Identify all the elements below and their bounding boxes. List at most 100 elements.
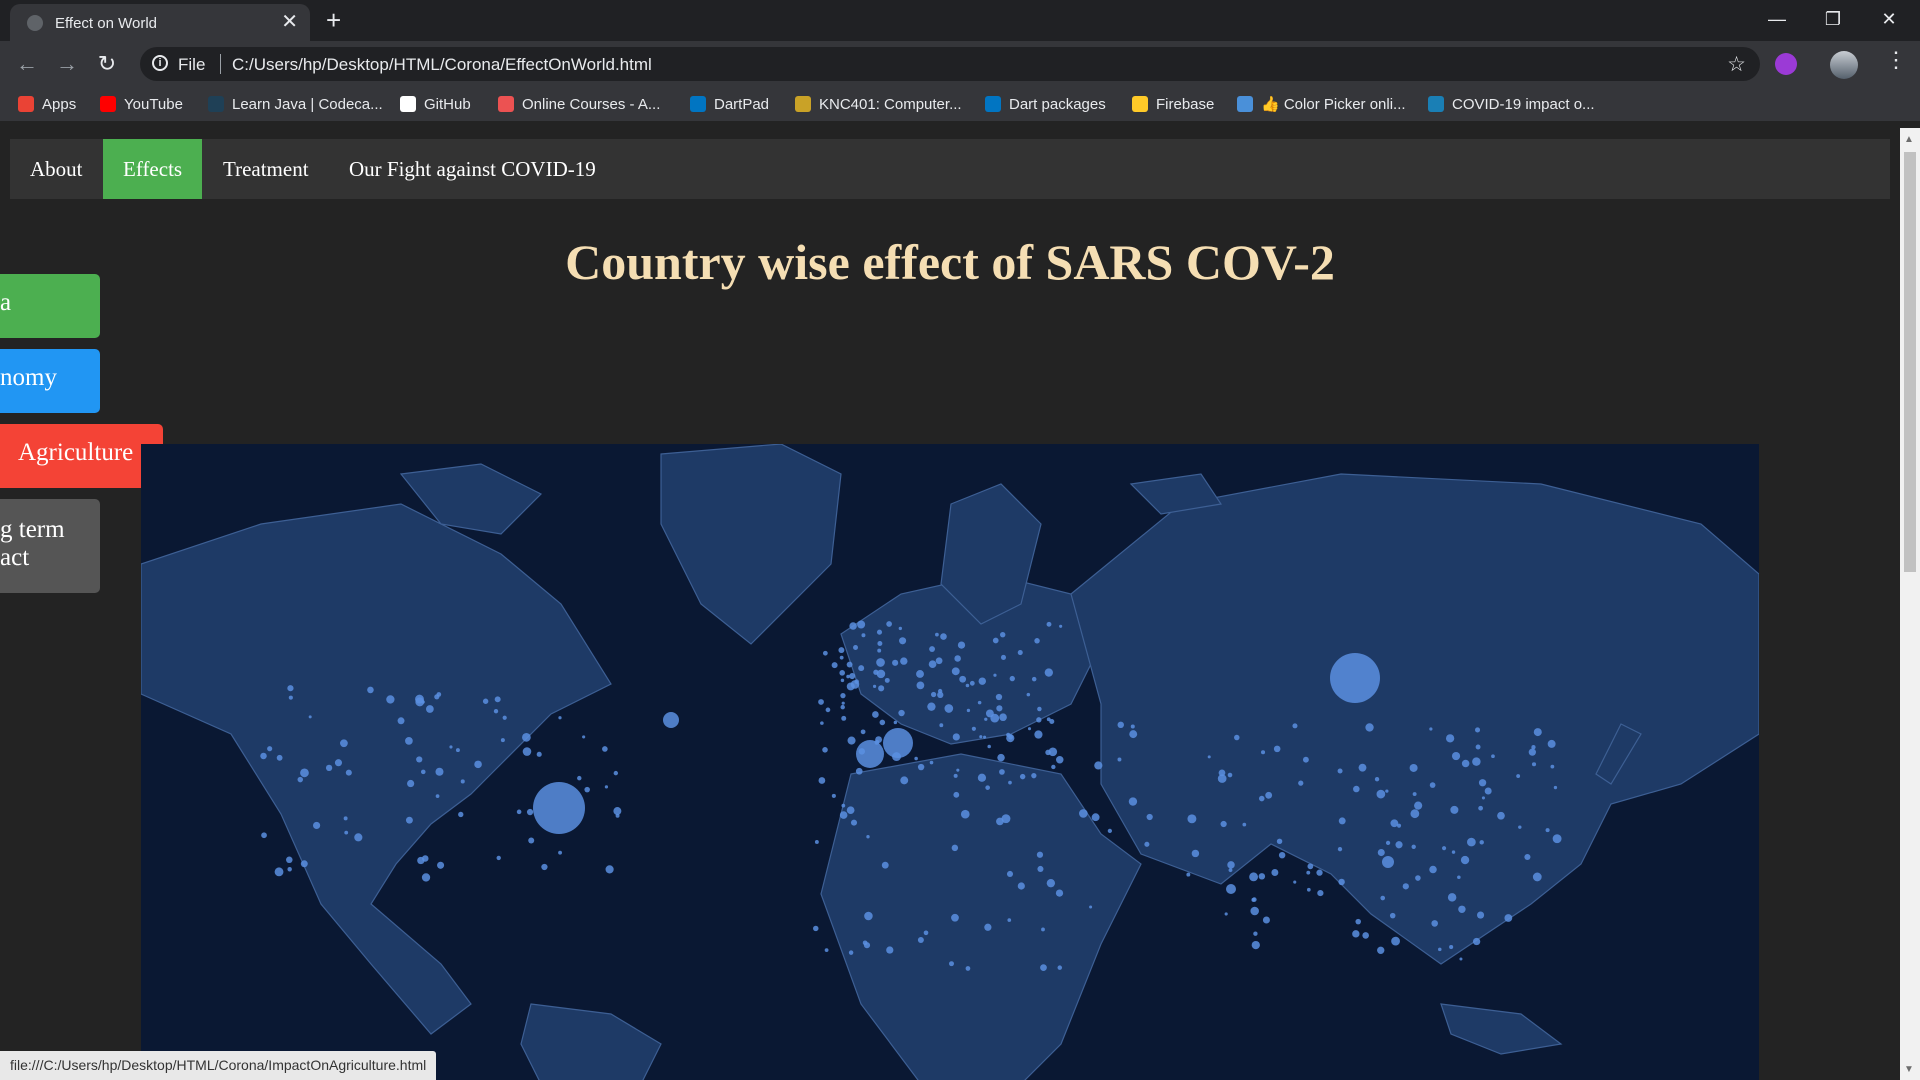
outbreak-marker <box>818 699 824 705</box>
outbreak-marker <box>1337 846 1343 852</box>
outbreak-marker <box>286 856 293 864</box>
outbreak-marker <box>1258 795 1265 802</box>
bookmark-star-icon[interactable]: ☆ <box>1727 52 1746 77</box>
page-scrollbar[interactable]: ▲ ▼ <box>1900 128 1920 1080</box>
outbreak-marker <box>474 760 482 769</box>
outbreak-marker <box>1298 780 1304 786</box>
bookmark-item[interactable]: 👍 Color Picker onli... <box>1237 94 1406 114</box>
outbreak-marker <box>993 673 997 677</box>
outbreak-marker <box>1224 912 1228 916</box>
outbreak-marker <box>1479 840 1484 845</box>
reload-icon[interactable]: ↻ <box>92 49 122 79</box>
outbreak-marker <box>602 746 608 752</box>
scroll-up-icon[interactable]: ▲ <box>1904 134 1914 145</box>
outbreak-marker <box>917 937 924 944</box>
outbreak-marker <box>1411 844 1416 850</box>
bookmark-item[interactable]: Firebase <box>1132 94 1214 114</box>
outbreak-marker <box>898 626 903 631</box>
page-content: About Effects Treatment Our Fight agains… <box>0 128 1900 1080</box>
url-text[interactable]: C:/Users/hp/Desktop/HTML/Corona/EffectOn… <box>232 55 652 75</box>
outbreak-marker <box>1438 947 1442 952</box>
extension-icon[interactable] <box>1775 53 1797 75</box>
outbreak-marker <box>952 733 960 741</box>
bookmark-item[interactable]: COVID-19 impact o... <box>1428 94 1595 114</box>
side-button-health[interactable]: a <box>0 274 100 338</box>
site-info-icon[interactable]: i <box>152 55 168 71</box>
bookmark-item[interactable]: Dart packages <box>985 94 1106 114</box>
outbreak-marker <box>1117 757 1122 762</box>
outbreak-marker <box>1250 906 1259 916</box>
outbreak-marker <box>1226 884 1236 894</box>
south-america-shape <box>520 1003 662 1080</box>
address-bar[interactable]: i File C:/Users/hp/Desktop/HTML/Corona/E… <box>140 47 1760 81</box>
greenland-shape <box>660 444 842 645</box>
bookmark-item[interactable]: DartPad <box>690 94 769 114</box>
outbreak-marker <box>1478 805 1483 811</box>
outbreak-marker <box>878 685 885 692</box>
outbreak-marker <box>1412 792 1417 797</box>
menu-dots-icon[interactable]: ⋮ <box>1885 47 1907 73</box>
outbreak-marker <box>822 747 828 753</box>
outbreak-marker <box>434 694 440 700</box>
world-map[interactable] <box>141 444 1759 1080</box>
outbreak-marker <box>839 655 844 660</box>
minimize-icon[interactable]: — <box>1754 4 1800 34</box>
nav-treatment[interactable]: Treatment <box>203 139 329 199</box>
bookmark-item[interactable]: KNC401: Computer... <box>795 94 962 114</box>
profile-avatar[interactable] <box>1830 51 1858 79</box>
outbreak-marker <box>1027 727 1032 731</box>
side-button-agriculture[interactable]: Agriculture <box>0 424 163 488</box>
nav-fight-covid[interactable]: Our Fight against COVID-19 <box>329 139 616 199</box>
outbreak-marker <box>1374 777 1380 782</box>
side-button-label: g term <box>0 516 65 543</box>
outbreak-marker <box>822 650 828 656</box>
bookmark-item[interactable]: Apps <box>18 94 76 114</box>
outbreak-marker <box>449 745 453 749</box>
restore-icon[interactable]: ❐ <box>1810 4 1856 34</box>
outbreak-marker <box>1377 849 1385 857</box>
outbreak-marker <box>935 632 939 637</box>
scroll-down-icon[interactable]: ▼ <box>1904 1064 1914 1075</box>
outbreak-marker <box>1550 764 1555 769</box>
side-button-economy[interactable]: nomy <box>0 349 100 413</box>
nav-about[interactable]: About <box>10 139 103 199</box>
forward-icon[interactable]: → <box>52 49 82 79</box>
knc-icon <box>795 96 811 112</box>
scroll-thumb[interactable] <box>1904 152 1916 572</box>
apps-grid-icon <box>18 96 34 112</box>
outbreak-marker <box>437 861 445 869</box>
outbreak-marker <box>813 925 819 932</box>
outbreak-marker <box>1429 865 1437 874</box>
outbreak-marker <box>841 701 845 705</box>
outbreak-marker <box>1217 774 1227 783</box>
outbreak-marker <box>1251 940 1260 950</box>
outbreak-marker <box>1451 850 1456 854</box>
bookmark-item[interactable]: Online Courses - A... <box>498 94 660 114</box>
outbreak-marker <box>999 769 1005 775</box>
outbreak-marker <box>1445 734 1455 743</box>
outbreak-marker <box>900 657 908 665</box>
browser-tab[interactable]: Effect on World ✕ <box>10 4 310 41</box>
outbreak-marker <box>1451 751 1461 761</box>
close-window-icon[interactable]: ✕ <box>1866 4 1912 34</box>
bookmark-item[interactable]: GitHub <box>400 94 471 114</box>
close-tab-icon[interactable]: ✕ <box>281 11 298 33</box>
bookmark-item[interactable]: Learn Java | Codeca... <box>208 94 383 114</box>
side-button-long-term-impact[interactable]: g term act <box>0 499 100 593</box>
outbreak-marker <box>953 773 958 778</box>
outbreak-marker <box>900 776 909 785</box>
outbreak-marker <box>831 793 836 798</box>
outbreak-marker <box>1458 905 1466 913</box>
outbreak-marker <box>1352 930 1360 938</box>
outbreak-marker <box>1306 887 1311 892</box>
bookmark-item[interactable]: YouTube <box>100 94 183 114</box>
outbreak-marker <box>839 670 845 676</box>
outbreak-marker <box>1484 787 1492 795</box>
back-icon[interactable]: ← <box>12 49 42 79</box>
outbreak-marker <box>971 726 976 731</box>
outbreak-marker <box>840 678 845 683</box>
outbreak-marker <box>860 729 866 735</box>
new-tab-icon[interactable]: + <box>326 6 341 34</box>
outbreak-marker <box>1186 872 1191 877</box>
nav-effects[interactable]: Effects <box>103 139 203 199</box>
